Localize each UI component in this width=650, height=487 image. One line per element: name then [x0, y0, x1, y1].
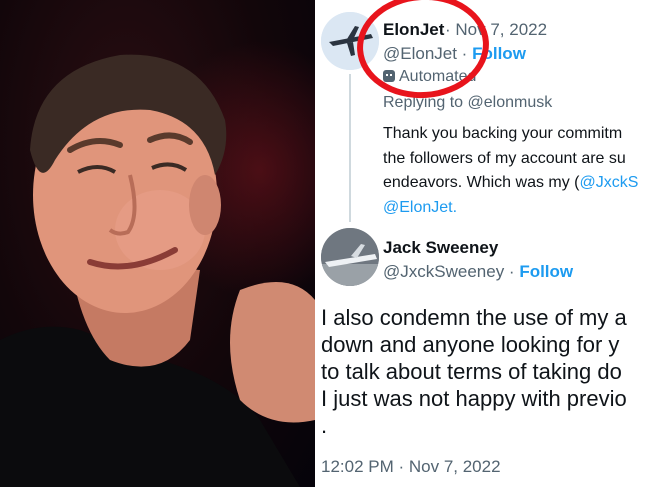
tweet2-display-name[interactable]: Jack Sweeney	[383, 238, 498, 258]
jack-sweeney-avatar[interactable]	[321, 228, 379, 286]
tweet1-line-3: endeavors. Which was my (@JxckS	[383, 171, 650, 196]
tweet1-line-3-text: endeavors. Which was my (	[383, 174, 580, 191]
person-photo	[0, 0, 315, 487]
tweet1-line-1: Thank you backing your commitm	[383, 125, 623, 142]
tweet2-handle-row: @JxckSweeney · Follow	[383, 262, 573, 282]
mention-link-jxcksweeney[interactable]: @JxckS	[580, 174, 639, 191]
tweet1-text: Thank you backing your commitm the follo…	[383, 122, 650, 220]
tweet2-handle[interactable]: @JxckSweeney ·	[383, 262, 515, 281]
tweet2-line-2: down and anyone looking for y	[321, 332, 620, 357]
mention-link-elonjet[interactable]: @ElonJet.	[383, 196, 650, 221]
tweet2-follow-button[interactable]: Follow	[519, 262, 573, 281]
tweet2-line-1: I also condemn the use of my a	[321, 305, 627, 330]
tweet1-line-2: the followers of my account are su	[383, 149, 626, 167]
avatar-jet-photo	[321, 228, 379, 286]
thread-connector-line	[349, 74, 351, 222]
person-illustration	[0, 54, 315, 487]
tweet2-line-5: .	[321, 413, 328, 438]
tweet2-line-4: I just was not happy with previo	[321, 386, 627, 411]
tweet2-text: I also condemn the use of my a down and …	[321, 304, 650, 439]
tweet2-line-3: to talk about terms of taking do	[321, 359, 622, 384]
tweet2-timestamp[interactable]: 12:02 PM · Nov 7, 2022	[321, 457, 501, 477]
